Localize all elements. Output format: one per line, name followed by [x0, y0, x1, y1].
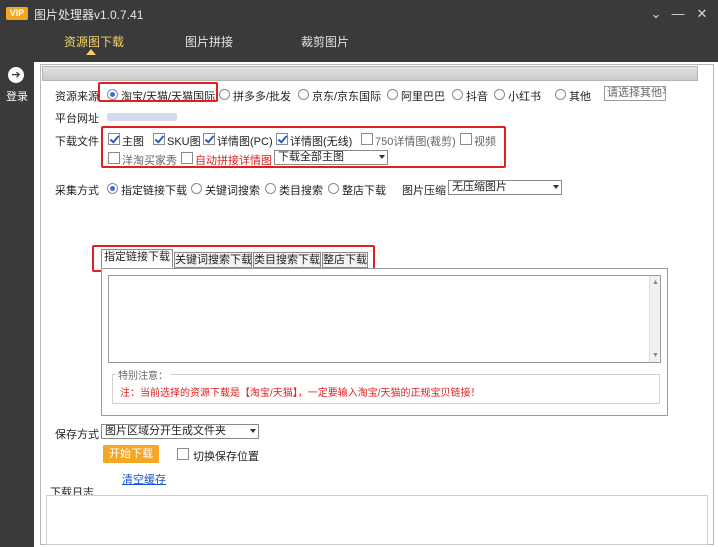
title-bar: VIP 图片处理器v1.0.7.41 ⌄ — ✕ 资源图下载 图片拼接 裁剪图片	[0, 0, 718, 62]
collect-radio-category[interactable]	[265, 183, 276, 194]
highlight-source-box	[98, 82, 218, 102]
dropdown-arrow-icon	[250, 429, 256, 433]
source-radio-pdd[interactable]	[219, 89, 230, 100]
app-title: 图片处理器v1.0.7.41	[34, 8, 144, 22]
tab-crop-image[interactable]: 裁剪图片	[301, 33, 349, 50]
scroll-up-icon[interactable]: ▲	[652, 279, 659, 286]
collect-option-category[interactable]: 类目搜索	[279, 182, 323, 198]
save-select-value: 图片区域分开生成文件夹	[105, 425, 226, 437]
clear-cache-link[interactable]: 清空缓存	[122, 471, 166, 487]
source-label: 资源来源	[55, 91, 99, 103]
save-label: 保存方式	[55, 429, 99, 441]
source-radio-other[interactable]	[555, 89, 566, 100]
source-radio-xiaohongshu[interactable]	[494, 89, 505, 100]
download-log-box	[46, 495, 708, 545]
close-button[interactable]: ✕	[694, 6, 710, 22]
source-option-alibaba[interactable]: 阿里巴巴	[401, 88, 445, 104]
collect-radio-keyword[interactable]	[191, 183, 202, 194]
platform-url-label: 平台网址	[55, 113, 99, 125]
menu-chevron-icon[interactable]: ⌄	[648, 6, 664, 22]
collect-option-link[interactable]: 指定链接下载	[121, 182, 187, 198]
tab-image-stitch[interactable]: 图片拼接	[185, 33, 233, 50]
vip-logo: VIP	[6, 7, 28, 20]
maximize-button[interactable]	[671, 6, 687, 22]
download-files-label: 下载文件	[55, 136, 99, 148]
save-select[interactable]: 图片区域分开生成文件夹	[101, 424, 259, 439]
collect-radio-shop[interactable]	[328, 183, 339, 194]
compress-select-value: 无压缩图片	[452, 181, 507, 193]
switch-save-location-label[interactable]: 切换保存位置	[193, 448, 259, 464]
blurred-header-bar	[42, 66, 698, 81]
collect-radio-link[interactable]	[107, 183, 118, 194]
source-radio-jd[interactable]	[298, 89, 309, 100]
checkbox-switch-save-location[interactable]	[177, 448, 189, 460]
highlight-download-files-box	[101, 126, 506, 168]
source-option-pdd[interactable]: 拼多多/批发	[233, 88, 291, 104]
textarea-scrollbar[interactable]: ▲ ▼	[649, 276, 660, 362]
source-option-douyin[interactable]: 抖音	[466, 88, 488, 104]
scroll-down-icon[interactable]: ▼	[652, 352, 659, 359]
source-option-xiaohongshu[interactable]: 小红书	[508, 88, 541, 104]
source-option-other[interactable]: 其他	[569, 88, 591, 104]
compress-label: 图片压缩	[402, 185, 446, 197]
start-download-button[interactable]: 开始下载	[103, 445, 159, 463]
collect-option-shop[interactable]: 整店下载	[342, 182, 386, 198]
source-radio-douyin[interactable]	[452, 89, 463, 100]
compress-select[interactable]: 无压缩图片	[448, 180, 562, 195]
source-option-jd[interactable]: 京东/京东国际	[312, 88, 381, 104]
platform-url-value	[107, 113, 177, 121]
collect-option-keyword[interactable]: 关键词搜索	[205, 182, 260, 198]
login-arrow-icon[interactable]: ➔	[8, 67, 24, 83]
dropdown-arrow-icon	[553, 185, 559, 189]
source-radio-alibaba[interactable]	[387, 89, 398, 100]
sidebar: ➔ 登录	[0, 62, 34, 547]
notice-text: 注：当前选择的资源下载是【淘宝/天猫】，一定要输入淘宝/天猫的正规宝贝链接！	[120, 388, 481, 399]
link-input-textarea[interactable]: ▲ ▼	[108, 275, 661, 363]
login-label[interactable]: 登录	[6, 88, 28, 104]
notice-legend: 特别注意：	[116, 367, 170, 382]
main-tabs: 资源图下载 图片拼接 裁剪图片	[0, 30, 718, 62]
collect-label: 采集方式	[55, 185, 99, 197]
active-tab-caret-icon	[86, 49, 96, 55]
other-platform-input[interactable]: 请选择其他平	[604, 86, 666, 101]
tab-resource-download[interactable]: 资源图下载	[64, 33, 124, 50]
